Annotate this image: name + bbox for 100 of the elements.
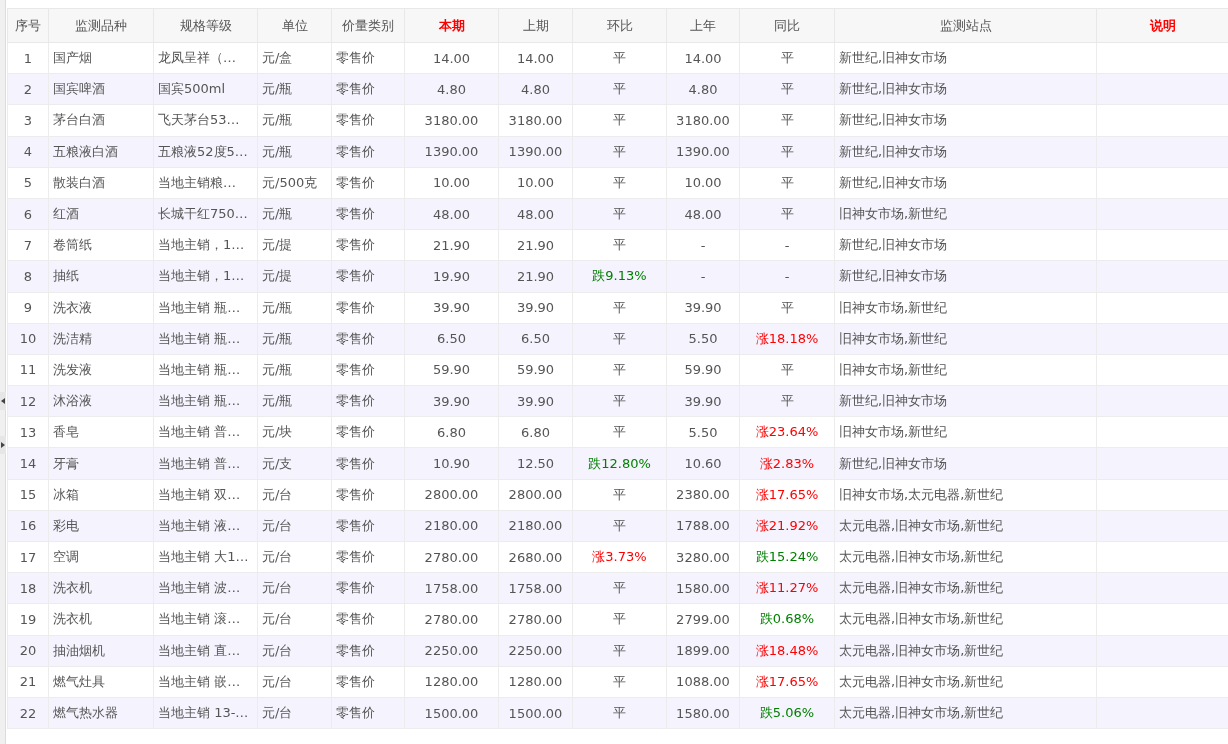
table-row[interactable]: 17 空调 当地主销 大1… 元/台 零售价 2780.00 2680.00 涨3.73% 3280.00 跌15.24% 太元电器,旧神女市场,新世纪 (7, 541, 1228, 573)
column-header[interactable]: 价量类别 (331, 8, 405, 43)
table-row[interactable]: 6 红酒 长城干红750… 元/瓶 零售价 48.00 48.00 平 48.00 平 旧神女市场,新世纪 (7, 198, 1228, 230)
table-cell: 1899.00 (666, 635, 740, 667)
table-cell: 19.90 (404, 260, 499, 292)
table-cell: 当地主销 直… (153, 635, 258, 667)
table-cell: 1280.00 (404, 666, 499, 698)
expand-handle[interactable] (0, 436, 6, 454)
collapse-handle[interactable] (0, 392, 6, 410)
table-row[interactable]: 14 牙膏 当地主销 普… 元/支 零售价 10.90 12.50 跌12.80% 10.60 涨2.83% 新世纪,旧神女市场 (7, 447, 1228, 480)
table-cell: 平 (739, 292, 835, 324)
table-cell: 旧神女市场,新世纪 (834, 354, 1097, 386)
table-cell: 21.90 (404, 229, 499, 261)
table-cell: 2380.00 (666, 479, 740, 511)
table-cell: 元/瓶 (257, 198, 332, 230)
column-header[interactable]: 上期 (498, 8, 573, 43)
table-row[interactable]: 19 洗衣机 当地主销 滚… 元/台 零售价 2780.00 2780.00 平 2799.00 跌0.68% 太元电器,旧神女市场,新世纪 (7, 603, 1228, 636)
table-row[interactable]: 22 燃气热水器 当地主销 13-… 元/台 零售价 1500.00 1500.00 平 1580.00 跌5.06% 太元电器,旧神女市场,新世纪 (7, 697, 1228, 729)
table-cell: 元/台 (257, 572, 332, 604)
table-row[interactable]: 4 五粮液白酒 五粮液52度5… 元/瓶 零售价 1390.00 1390.00 平 1390.00 平 新世纪,旧神女市场 (7, 136, 1228, 168)
table-cell: 当地主销 瓶… (153, 292, 258, 324)
table-cell: 旧神女市场,太元电器,新世纪 (834, 479, 1097, 511)
table-cell: 当地主销 瓶… (153, 385, 258, 417)
table-cell: 3180.00 (666, 104, 740, 137)
table-row[interactable]: 12 沐浴液 当地主销 瓶… 元/瓶 零售价 39.90 39.90 平 39.90 平 新世纪,旧神女市场 (7, 385, 1228, 417)
table-cell: 元/提 (257, 229, 332, 261)
table-cell: 新世纪,旧神女市场 (834, 447, 1097, 480)
table-cell: 零售价 (331, 416, 405, 448)
table-cell: 元/台 (257, 666, 332, 698)
table-cell: 燃气灶具 (48, 666, 154, 698)
table-cell: 零售价 (331, 136, 405, 168)
column-header[interactable]: 上年 (666, 8, 740, 43)
column-header[interactable]: 环比 (572, 8, 667, 43)
table-cell: 涨17.65% (739, 479, 835, 511)
table-row[interactable]: 10 洗洁精 当地主销 瓶… 元/瓶 零售价 6.50 6.50 平 5.50 涨18.18% 旧神女市场,新世纪 (7, 323, 1228, 355)
table-cell: 平 (572, 42, 667, 74)
table-row[interactable]: 18 洗衣机 当地主销 波… 元/台 零售价 1758.00 1758.00 平 1580.00 涨11.27% 太元电器,旧神女市场,新世纪 (7, 572, 1228, 604)
table-row[interactable]: 5 散装白酒 当地主销粮… 元/500克 零售价 10.00 10.00 平 10.00 平 新世纪,旧神女市场 (7, 167, 1228, 199)
table-row[interactable]: 13 香皂 当地主销 普… 元/块 零售价 6.80 6.80 平 5.50 涨23.64% 旧神女市场,新世纪 (7, 416, 1228, 448)
table-cell: 涨11.27% (739, 572, 835, 604)
table-cell: 2800.00 (404, 479, 499, 511)
table-cell: 新世纪,旧神女市场 (834, 42, 1097, 74)
table-cell: 洗衣机 (48, 603, 154, 636)
table-cell: 国宾500ml (153, 73, 258, 105)
table-cell: - (666, 260, 740, 292)
table-cell: 当地主销 瓶… (153, 354, 258, 386)
table-cell: 39.90 (498, 385, 573, 417)
table-cell: 1580.00 (666, 572, 740, 604)
table-cell: 1500.00 (404, 697, 499, 729)
table-cell: 当地主销 双… (153, 479, 258, 511)
table-cell: 元/台 (257, 541, 332, 573)
table-cell: 沐浴液 (48, 385, 154, 417)
table-cell: 2250.00 (498, 635, 573, 667)
column-header[interactable]: 监测品种 (48, 8, 154, 43)
table-row[interactable]: 9 洗衣液 当地主销 瓶… 元/瓶 零售价 39.90 39.90 平 39.90 平 旧神女市场,新世纪 (7, 292, 1228, 324)
table-cell: 新世纪,旧神女市场 (834, 167, 1097, 199)
column-header[interactable]: 说明 (1096, 8, 1228, 43)
table-cell: 元/瓶 (257, 323, 332, 355)
table-row[interactable]: 2 国宾啤酒 国宾500ml 元/瓶 零售价 4.80 4.80 平 4.80 平 新世纪,旧神女市场 (7, 73, 1228, 105)
table-cell: 彩电 (48, 510, 154, 542)
table-cell: 平 (572, 697, 667, 729)
table-cell: 旧神女市场,新世纪 (834, 292, 1097, 324)
table-row[interactable]: 11 洗发液 当地主销 瓶… 元/瓶 零售价 59.90 59.90 平 59.90 平 旧神女市场,新世纪 (7, 354, 1228, 386)
column-header[interactable]: 单位 (257, 8, 332, 43)
column-header[interactable]: 规格等级 (153, 8, 258, 43)
table-cell: 3180.00 (404, 104, 499, 137)
table-row[interactable]: 15 冰箱 当地主销 双… 元/台 零售价 2800.00 2800.00 平 2380.00 涨17.65% 旧神女市场,太元电器,新世纪 (7, 479, 1228, 511)
table-row[interactable]: 20 抽油烟机 当地主销 直… 元/台 零售价 2250.00 2250.00 平 1899.00 涨18.48% 太元电器,旧神女市场,新世纪 (7, 635, 1228, 667)
table-cell: 39.90 (666, 385, 740, 417)
table-cell: 平 (739, 354, 835, 386)
table-cell: 1390.00 (498, 136, 573, 168)
table-cell: 39.90 (404, 292, 499, 324)
table-row[interactable]: 21 燃气灶具 当地主销 嵌… 元/台 零售价 1280.00 1280.00 平 1088.00 涨17.65% 太元电器,旧神女市场,新世纪 (7, 666, 1228, 698)
column-header[interactable]: 序号 (7, 8, 49, 43)
column-header[interactable]: 本期 (404, 8, 499, 43)
table-cell: 13 (7, 416, 49, 448)
table-cell: 国宾啤酒 (48, 73, 154, 105)
table-cell: 元/台 (257, 635, 332, 667)
table-cell: 元/500克 (257, 167, 332, 199)
table-cell: 元/支 (257, 447, 332, 480)
table-cell: 平 (572, 510, 667, 542)
table-cell: 涨23.64% (739, 416, 835, 448)
table-cell: 10.90 (404, 447, 499, 480)
column-header[interactable]: 监测站点 (834, 8, 1097, 43)
table-row[interactable]: 7 卷筒纸 当地主销，1… 元/提 零售价 21.90 21.90 平 - - 新世纪,旧神女市场 (7, 229, 1228, 261)
table-cell: 元/瓶 (257, 385, 332, 417)
table-cell: - (666, 229, 740, 261)
table-row[interactable]: 16 彩电 当地主销 液… 元/台 零售价 2180.00 2180.00 平 1788.00 涨21.92% 太元电器,旧神女市场,新世纪 (7, 510, 1228, 542)
left-arrow-icon (1, 398, 5, 404)
table-cell: 10.00 (498, 167, 573, 199)
table-row[interactable]: 8 抽纸 当地主销，1… 元/提 零售价 19.90 21.90 跌9.13% - - 新世纪,旧神女市场 (7, 260, 1228, 292)
table-cell: 五粮液52度5… (153, 136, 258, 168)
table-cell: 元/瓶 (257, 136, 332, 168)
table-cell: 牙膏 (48, 447, 154, 480)
column-header[interactable]: 同比 (739, 8, 835, 43)
table-cell: 1500.00 (498, 697, 573, 729)
table-row[interactable]: 3 茅台白酒 飞天茅台53… 元/瓶 零售价 3180.00 3180.00 平 3180.00 平 新世纪,旧神女市场 (7, 104, 1228, 137)
table-cell: 平 (572, 635, 667, 667)
table-row[interactable]: 1 国产烟 龙凤呈祥（… 元/盒 零售价 14.00 14.00 平 14.00 平 新世纪,旧神女市场 (7, 42, 1228, 74)
table-cell: 当地主销粮… (153, 167, 258, 199)
